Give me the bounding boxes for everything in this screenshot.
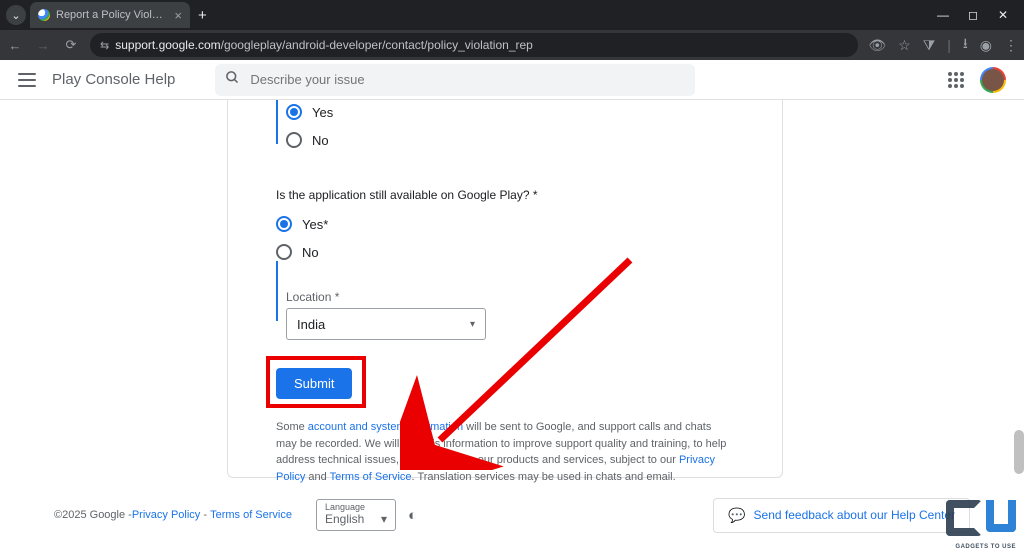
content-area: Yes No Is the application still availabl…: [0, 100, 1024, 480]
question-label: Is the application still available on Go…: [276, 188, 734, 202]
site-info-icon[interactable]: ⇆: [100, 39, 109, 52]
chevron-down-icon: ▾: [381, 512, 387, 526]
bookmark-icon[interactable]: ☆: [898, 37, 911, 54]
separator: |: [947, 37, 951, 53]
language-dropdown[interactable]: Language English ▾: [316, 499, 396, 531]
browser-menu-icon[interactable]: ⋮: [1004, 37, 1018, 54]
chevron-down-icon: ▾: [470, 319, 475, 330]
accent-bar: [276, 261, 278, 321]
browser-address-bar: ← → ⟳ ⇆ support.google.com/googleplay/an…: [0, 30, 1024, 60]
theme-toggle-icon[interactable]: ◐: [408, 507, 417, 524]
radio-no[interactable]: No: [276, 240, 734, 264]
language-value: English: [325, 512, 364, 526]
dropdown-value: India: [297, 317, 325, 332]
radio-label: Yes: [312, 105, 333, 120]
radio-label: No: [312, 133, 329, 148]
browser-tab[interactable]: Report a Policy Violation - Play... ×: [30, 2, 190, 28]
download-icon[interactable]: ⭳: [963, 33, 968, 57]
profile-icon[interactable]: ◉: [980, 37, 992, 54]
language-label: Language: [325, 502, 387, 512]
minimize-icon[interactable]: —: [936, 8, 950, 22]
footer-terms-link[interactable]: Terms of Service: [210, 509, 292, 521]
radio-yes[interactable]: Yes: [286, 100, 734, 124]
browser-tab-bar: ⌄ Report a Policy Violation - Play... × …: [0, 0, 1024, 30]
radio-icon: [286, 132, 302, 148]
window-controls: — ◻ ✕: [936, 8, 1018, 22]
close-window-icon[interactable]: ✕: [996, 8, 1010, 22]
radio-icon: [286, 104, 302, 120]
radio-label: No: [302, 245, 319, 260]
extensions-icon[interactable]: ⧩: [923, 37, 936, 54]
feedback-label: Send feedback about our Help Center: [754, 508, 955, 522]
favicon-icon: [38, 9, 50, 21]
google-apps-icon[interactable]: [948, 72, 964, 88]
feedback-icon: 💬: [728, 507, 745, 524]
close-tab-icon[interactable]: ×: [174, 8, 182, 23]
radio-yes-required[interactable]: Yes*: [276, 212, 734, 236]
eye-off-icon[interactable]: 👁: [868, 37, 886, 54]
send-feedback-button[interactable]: 💬 Send feedback about our Help Center: [713, 498, 970, 533]
url-text: support.google.com/googleplay/android-de…: [115, 38, 533, 52]
radio-label: Yes*: [302, 217, 328, 232]
new-tab-button[interactable]: +: [198, 7, 207, 24]
form-card: Yes No Is the application still availabl…: [227, 100, 783, 478]
footer-privacy-link[interactable]: Privacy Policy: [132, 509, 200, 521]
tab-title: Report a Policy Violation - Play...: [56, 9, 168, 21]
forward-button[interactable]: →: [34, 38, 52, 53]
page-header: Play Console Help: [0, 60, 1024, 100]
account-avatar[interactable]: [980, 67, 1006, 93]
location-label: Location *: [286, 290, 734, 304]
search-input[interactable]: [250, 72, 685, 87]
search-icon: [225, 70, 240, 89]
hamburger-menu-icon[interactable]: [18, 73, 36, 87]
page-footer: ©2025 Google - Privacy Policy - Terms of…: [0, 480, 1024, 550]
tab-search-button[interactable]: ⌄: [6, 5, 26, 25]
radio-no[interactable]: No: [286, 128, 734, 152]
account-info-link[interactable]: account and system information: [308, 421, 463, 433]
radio-icon: [276, 244, 292, 260]
maximize-icon[interactable]: ◻: [966, 8, 980, 22]
back-button[interactable]: ←: [6, 38, 24, 53]
url-bar[interactable]: ⇆ support.google.com/googleplay/android-…: [90, 33, 858, 57]
accent-bar: [276, 100, 278, 144]
search-box[interactable]: [215, 64, 695, 96]
submit-button[interactable]: Submit: [276, 368, 352, 399]
radio-icon: [276, 216, 292, 232]
reload-button[interactable]: ⟳: [62, 37, 80, 53]
location-dropdown[interactable]: India ▾: [286, 308, 486, 340]
disclaimer-text: Some account and system information will…: [276, 419, 734, 485]
scrollbar-thumb[interactable]: [1014, 430, 1024, 474]
copyright-text: ©2025 Google -: [54, 509, 132, 521]
product-title: Play Console Help: [52, 71, 175, 88]
